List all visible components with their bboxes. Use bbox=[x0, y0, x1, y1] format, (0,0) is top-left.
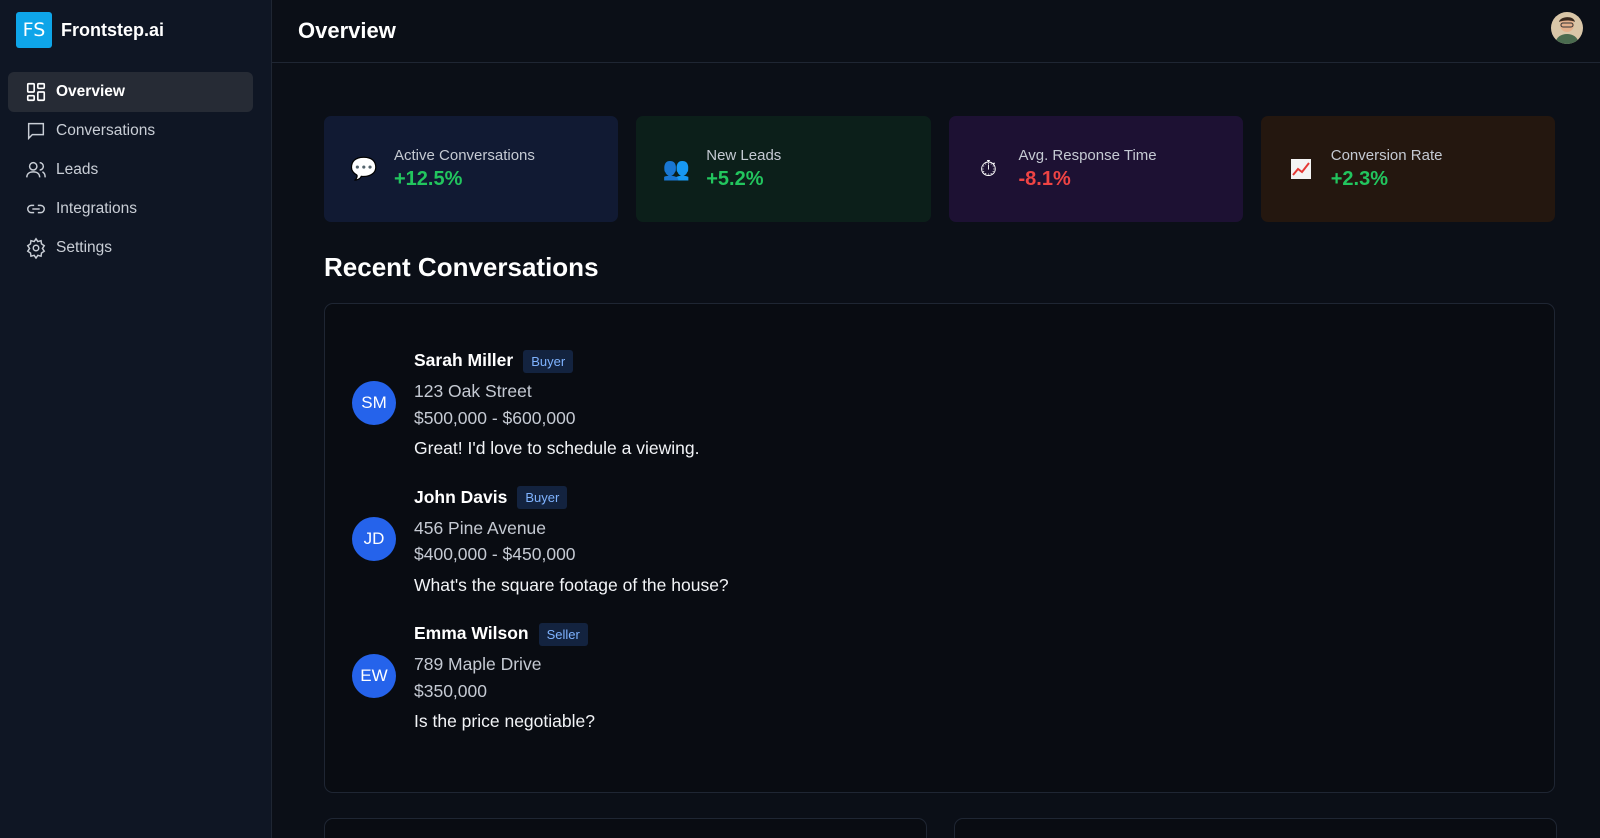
list-item[interactable]: JD John Davis Buyer 456 Pine Avenue $400… bbox=[352, 485, 1554, 595]
content: 💬 Active Conversations +12.5% 👥 New Lead… bbox=[324, 116, 1555, 793]
sidebar-item-label: Leads bbox=[56, 161, 99, 178]
stat-card-active-conversations[interactable]: 💬 Active Conversations +12.5% bbox=[324, 116, 619, 222]
sidebar-item-integrations[interactable]: Integrations bbox=[8, 189, 253, 229]
last-message: What's the square footage of the house? bbox=[414, 574, 729, 595]
user-avatar[interactable] bbox=[1551, 12, 1583, 44]
stopwatch-icon: ⏱ bbox=[979, 156, 998, 181]
sidebar-item-label: Conversations bbox=[56, 122, 156, 139]
brand-name: Frontstep.ai bbox=[61, 19, 165, 40]
sidebar-item-label: Overview bbox=[56, 83, 125, 100]
sidebar: FS Frontstep.ai Overview Conversations L… bbox=[0, 0, 272, 838]
stat-label: New Leads bbox=[706, 147, 782, 164]
speech-bubble-icon: 💬 bbox=[350, 156, 378, 181]
sidebar-item-label: Settings bbox=[56, 239, 113, 256]
stat-card-conversion-rate[interactable]: Conversion Rate +2.3% bbox=[1260, 116, 1555, 222]
avatar: EW bbox=[352, 653, 396, 698]
contact-name: John Davis bbox=[414, 486, 508, 507]
main-area: Overview 💬 Active Conversations +12.5% 👥… bbox=[272, 0, 1600, 838]
brand[interactable]: FS Frontstep.ai bbox=[16, 12, 164, 48]
list-item[interactable]: SM Sarah Miller Buyer 123 Oak Street $50… bbox=[352, 348, 1554, 458]
sidebar-item-overview[interactable]: Overview bbox=[8, 72, 253, 112]
stat-label: Conversion Rate bbox=[1330, 147, 1443, 164]
app-root: FS Frontstep.ai Overview Conversations L… bbox=[0, 0, 1600, 838]
bottom-cards bbox=[324, 818, 1557, 838]
property-address: 789 Maple Drive bbox=[414, 654, 542, 674]
role-badge: Seller bbox=[538, 622, 588, 646]
property-address: 456 Pine Avenue bbox=[414, 517, 547, 538]
list-item[interactable]: EW Emma Wilson Seller 789 Maple Drive $3… bbox=[352, 621, 1554, 731]
sidebar-item-conversations[interactable]: Conversations bbox=[8, 111, 253, 151]
sidebar-item-label: Integrations bbox=[56, 200, 137, 217]
stat-value: +5.2% bbox=[706, 168, 764, 190]
price-range: $350,000 bbox=[414, 680, 487, 701]
contact-name: Emma Wilson bbox=[414, 623, 529, 644]
role-badge: Buyer bbox=[517, 486, 568, 509]
chat-icon bbox=[25, 120, 47, 142]
bottom-card-right bbox=[954, 818, 1557, 838]
people-icon: 👥 bbox=[662, 156, 690, 181]
page-title: Overview bbox=[298, 18, 396, 43]
grid-icon bbox=[25, 81, 47, 103]
stat-value: -8.1% bbox=[1018, 168, 1071, 190]
sidebar-item-leads[interactable]: Leads bbox=[8, 150, 253, 190]
stat-label: Active Conversations bbox=[394, 147, 535, 164]
topbar: Overview bbox=[272, 0, 1600, 63]
sidebar-nav: Overview Conversations Leads Integration… bbox=[8, 72, 253, 267]
stat-value: +2.3% bbox=[1330, 168, 1389, 190]
price-range: $500,000 - $600,000 bbox=[414, 407, 576, 428]
stat-card-avg-response-time[interactable]: ⏱ Avg. Response Time -8.1% bbox=[948, 116, 1243, 222]
sidebar-item-settings[interactable]: Settings bbox=[8, 228, 253, 268]
last-message: Is the price negotiable? bbox=[414, 711, 595, 731]
stat-value: +12.5% bbox=[394, 168, 463, 190]
stat-card-new-leads[interactable]: 👥 New Leads +5.2% bbox=[636, 116, 931, 222]
avatar: SM bbox=[352, 380, 396, 425]
stat-label: Avg. Response Time bbox=[1018, 147, 1157, 164]
role-badge: Buyer bbox=[523, 349, 574, 373]
users-icon bbox=[25, 159, 47, 181]
brand-logo: FS bbox=[16, 12, 52, 48]
bottom-card-left bbox=[324, 818, 927, 838]
avatar: JD bbox=[352, 517, 396, 562]
link-icon bbox=[25, 198, 47, 220]
recent-conversations-panel: SM Sarah Miller Buyer 123 Oak Street $50… bbox=[324, 303, 1555, 793]
section-title-recent-conversations: Recent Conversations bbox=[324, 252, 599, 282]
last-message: Great! I'd love to schedule a viewing. bbox=[414, 438, 700, 458]
property-address: 123 Oak Street bbox=[414, 381, 532, 401]
contact-name: Sarah Miller bbox=[414, 350, 514, 371]
price-range: $400,000 - $450,000 bbox=[414, 544, 576, 564]
gear-icon bbox=[25, 237, 47, 259]
stats-row: 💬 Active Conversations +12.5% 👥 New Lead… bbox=[324, 116, 1555, 222]
chart-up-icon bbox=[1287, 155, 1315, 183]
